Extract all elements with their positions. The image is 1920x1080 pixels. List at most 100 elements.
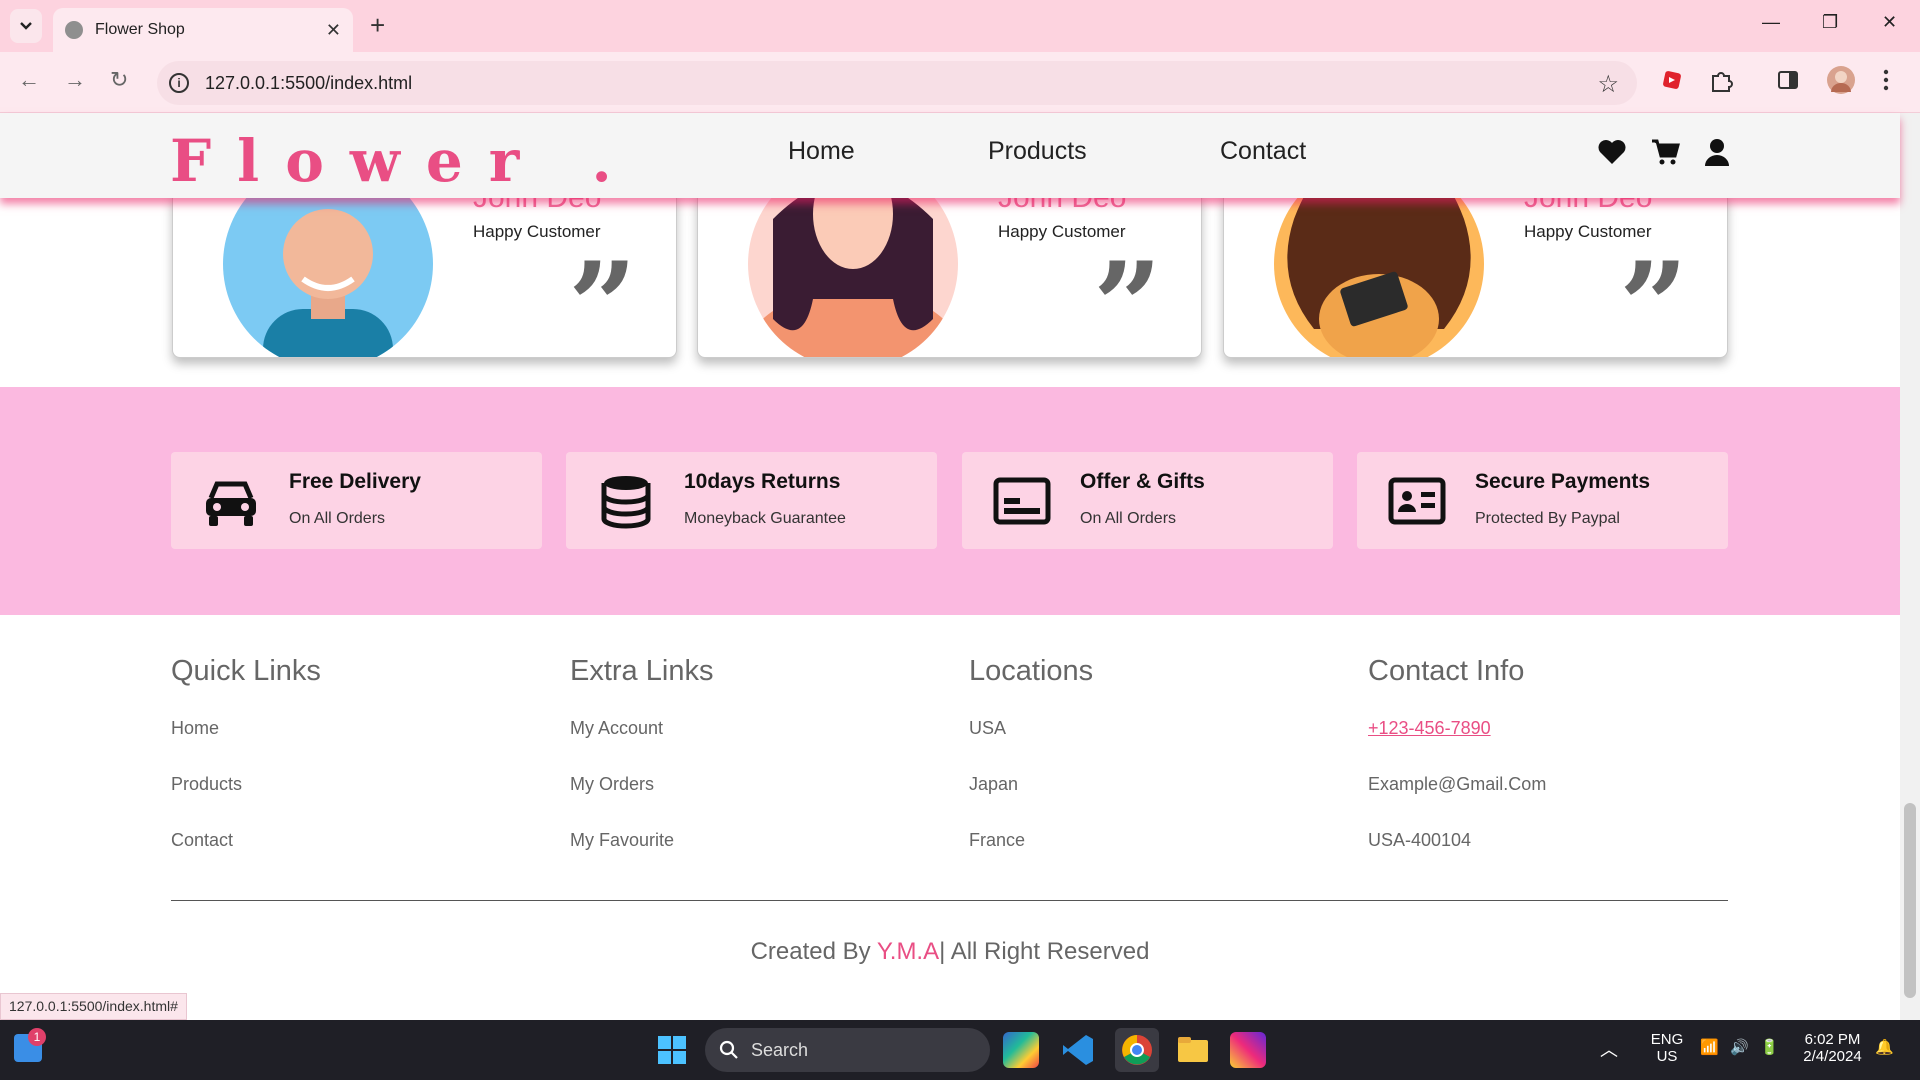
- globe-icon: [65, 21, 83, 39]
- windows-start-icon[interactable]: [657, 1035, 687, 1065]
- extensions-puzzle-icon[interactable]: [1708, 68, 1734, 94]
- footer-heading: Quick Links: [171, 655, 321, 687]
- close-window-icon[interactable]: ✕: [1882, 12, 1897, 33]
- chrome-icon: [1122, 1035, 1152, 1065]
- tab-search-button[interactable]: [10, 9, 42, 43]
- wifi-icon[interactable]: 📶: [1700, 1038, 1719, 1056]
- feature-card: Secure Payments Protected By Paypal: [1357, 452, 1728, 549]
- customer-avatar: [748, 189, 958, 357]
- quote-icon: ”: [1619, 236, 1689, 358]
- forward-icon[interactable]: →: [64, 67, 86, 93]
- nav-contact[interactable]: Contact: [1220, 137, 1306, 166]
- battery-icon[interactable]: 🔋: [1760, 1038, 1779, 1056]
- menu-dots-icon[interactable]: [1882, 68, 1890, 92]
- nav-products[interactable]: Products: [988, 137, 1087, 166]
- page-scrollbar[interactable]: [1900, 113, 1920, 1020]
- feature-subtitle: On All Orders: [1080, 510, 1177, 527]
- clock-date: 2/4/2024: [1803, 1048, 1862, 1065]
- footer-link-japan[interactable]: Japan: [969, 774, 1359, 830]
- side-panel-icon[interactable]: [1776, 68, 1800, 92]
- minimize-icon[interactable]: —: [1762, 12, 1780, 33]
- feature-subtitle: Moneyback Guarantee: [684, 510, 846, 527]
- url-text[interactable]: 127.0.0.1:5500/index.html: [205, 73, 412, 94]
- vscode-app-icon[interactable]: [1060, 1032, 1096, 1068]
- browser-tab-strip: Flower Shop ✕ + — ❐ ✕: [0, 0, 1920, 52]
- customer-avatar: [223, 189, 433, 357]
- profile-avatar[interactable]: [1826, 65, 1856, 95]
- feature-title: Offer & Gifts: [1080, 470, 1205, 493]
- site-info-icon[interactable]: i: [169, 73, 189, 93]
- review-card: John Deo Happy Customer ”: [172, 188, 677, 358]
- language-label: ENG: [1650, 1031, 1684, 1048]
- credit-prefix: Created By: [750, 938, 877, 965]
- notification-badge: 1: [28, 1028, 46, 1046]
- footer-heading: Contact Info: [1368, 655, 1525, 687]
- feature-title: 10days Returns: [684, 470, 841, 493]
- region-label: US: [1656, 1048, 1678, 1065]
- feature-subtitle: Protected By Paypal: [1475, 510, 1620, 527]
- feature-subtitle: On All Orders: [289, 510, 386, 527]
- file-explorer-icon[interactable]: [1175, 1032, 1211, 1068]
- site-logo[interactable]: Flower .: [170, 127, 638, 195]
- close-tab-icon[interactable]: ✕: [326, 20, 341, 41]
- search-placeholder: Search: [751, 1039, 809, 1060]
- clock-time: 6:02 PM: [1804, 1031, 1861, 1048]
- site-header: Flower . Home Products Contact: [0, 113, 1900, 198]
- nav-home[interactable]: Home: [788, 137, 855, 166]
- footer-divider: [171, 900, 1728, 901]
- clock[interactable]: 6:02 PM 2/4/2024: [1790, 1031, 1875, 1065]
- scrollbar-thumb[interactable]: [1904, 803, 1916, 998]
- site-footer: Quick Links Home Products Contact Extra …: [0, 615, 1900, 1020]
- credit-suffix: | All Right Reserved: [939, 938, 1150, 965]
- new-tab-icon[interactable]: +: [370, 10, 385, 41]
- footer-heading: Locations: [969, 655, 1094, 687]
- footer-column-quick-links: Quick Links Home Products Contact: [171, 655, 561, 886]
- id-card-icon: [1388, 477, 1446, 525]
- footer-link-home[interactable]: Home: [171, 718, 561, 774]
- chevron-down-icon: [20, 22, 32, 30]
- footer-link-my-orders[interactable]: My Orders: [570, 774, 960, 830]
- footer-link-france[interactable]: France: [969, 830, 1359, 886]
- chrome-app-active[interactable]: [1115, 1028, 1159, 1072]
- restore-icon[interactable]: ❐: [1822, 12, 1838, 33]
- footer-address: USA-400104: [1368, 830, 1472, 850]
- footer-link-my-account[interactable]: My Account: [570, 718, 960, 774]
- database-icon: [601, 476, 651, 529]
- quote-icon: ”: [568, 236, 638, 358]
- user-icon[interactable]: [1702, 137, 1732, 167]
- taskbar-search[interactable]: Search: [705, 1028, 990, 1072]
- customer-avatar: [1274, 189, 1484, 357]
- instagram-app-icon[interactable]: [1230, 1032, 1266, 1068]
- extension-red-icon[interactable]: [1660, 68, 1684, 92]
- heart-icon[interactable]: [1597, 137, 1627, 167]
- footer-link-contact[interactable]: Contact: [171, 830, 561, 886]
- reload-icon[interactable]: ↻: [110, 67, 128, 93]
- back-icon[interactable]: ←: [18, 67, 40, 93]
- status-bar-url: 127.0.0.1:5500/index.html#: [0, 993, 187, 1020]
- language-indicator[interactable]: ENG US: [1642, 1031, 1692, 1065]
- feature-card: Offer & Gifts On All Orders: [962, 452, 1333, 549]
- footer-heading: Extra Links: [570, 655, 714, 687]
- feature-card: Free Delivery On All Orders: [171, 452, 542, 549]
- bookmark-star-icon[interactable]: ☆: [1597, 70, 1619, 99]
- footer-column-locations: Locations USA Japan France: [969, 655, 1359, 886]
- feature-title: Free Delivery: [289, 470, 421, 493]
- notification-bell-icon[interactable]: 🔔: [1875, 1038, 1894, 1056]
- gift-card-icon: [993, 477, 1051, 525]
- footer-link-usa[interactable]: USA: [969, 718, 1359, 774]
- footer-email[interactable]: Example@Gmail.Com: [1368, 774, 1758, 830]
- show-hidden-icons[interactable]: ︿: [1600, 1036, 1618, 1062]
- copilot-app-icon[interactable]: [1003, 1032, 1039, 1068]
- cart-icon[interactable]: [1650, 137, 1680, 167]
- footer-link-my-favourite[interactable]: My Favourite: [570, 830, 960, 886]
- footer-phone-link[interactable]: +123-456-7890: [1368, 718, 1758, 774]
- search-icon: [719, 1040, 738, 1059]
- quote-icon: ”: [1093, 236, 1163, 358]
- browser-tab[interactable]: Flower Shop ✕: [53, 8, 353, 52]
- omnibox[interactable]: i 127.0.0.1:5500/index.html ☆: [157, 61, 1637, 105]
- footer-link-products[interactable]: Products: [171, 774, 561, 830]
- address-bar-row: ← → ↻ i 127.0.0.1:5500/index.html ☆: [0, 52, 1920, 113]
- volume-icon[interactable]: 🔊: [1730, 1038, 1749, 1056]
- reviews-section: John Deo Happy Customer ” John Deo Happy…: [0, 188, 1900, 387]
- review-card: John Deo Happy Customer ”: [1223, 188, 1728, 358]
